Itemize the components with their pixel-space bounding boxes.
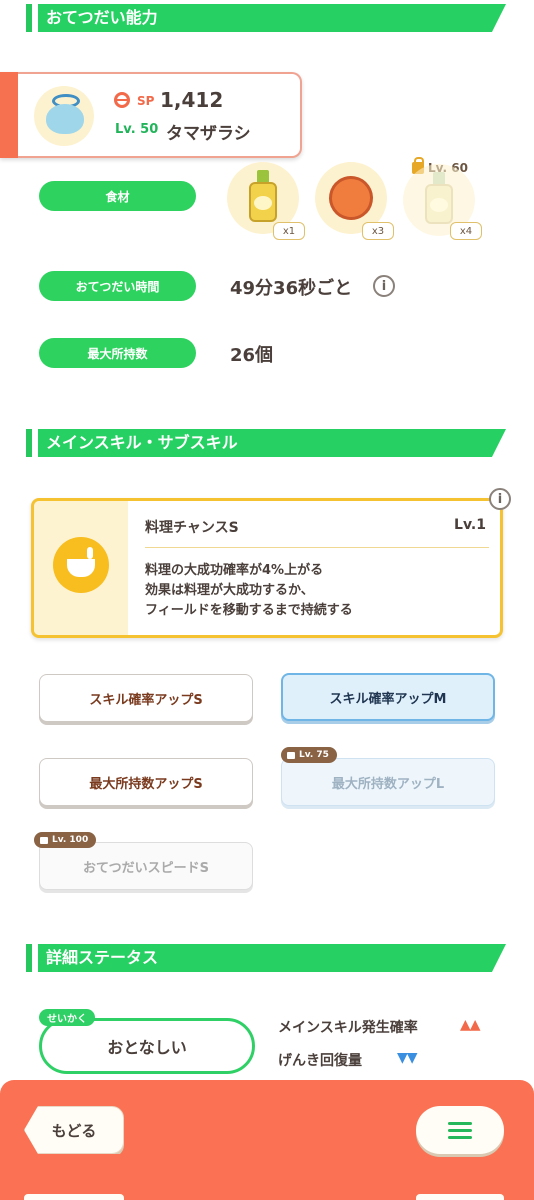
peek-element — [24, 1194, 124, 1200]
nature-down-effect: げんき回復量 — [278, 1053, 362, 1069]
info-icon[interactable]: i — [373, 275, 395, 297]
section-title: おてつだい能力 — [38, 4, 506, 32]
pokemon-name: タマザラシ — [166, 124, 251, 144]
sp-label: SP — [137, 94, 155, 108]
ingredients-label: 食材 — [39, 181, 196, 211]
sub-skill-button-selected[interactable]: スキル確率アップM — [281, 673, 495, 721]
lock-icon — [40, 836, 48, 844]
nature-box[interactable]: おとなしい — [39, 1018, 255, 1074]
lock-level-tag: Lv. 100 — [34, 832, 97, 848]
back-button[interactable]: もどる — [24, 1106, 124, 1154]
down-arrows-icon: ▼▼ — [397, 1050, 418, 1066]
cooking-pot-icon — [53, 537, 109, 593]
main-skill-card[interactable]: 料理チャンスS Lv.1 料理の大成功確率が4%上がる 効果は料理が大成功するか… — [31, 498, 503, 638]
main-skill-level: Lv.1 — [454, 517, 486, 533]
nature-up-effect: メインスキル発生確率 — [278, 1020, 418, 1036]
pokemon-profile-card[interactable] — [0, 72, 302, 158]
ingredient-count: x4 — [450, 222, 482, 240]
section-header-skills: メインスキル・サブスキル — [26, 429, 506, 457]
sub-skill-button[interactable]: 最大所持数アップS — [39, 758, 253, 806]
help-time-value: 49分36秒ごと — [230, 278, 353, 299]
section-header-helper-ability: おてつだい能力 — [26, 4, 506, 32]
max-carry-value: 26個 — [230, 345, 274, 366]
main-skill-description: 料理の大成功確率が4%上がる 効果は料理が大成功するか、 フィールドを移動するま… — [145, 563, 353, 618]
max-carry-label: 最大所持数 — [39, 338, 196, 368]
main-skill-title: 料理チャンスS — [145, 520, 239, 536]
sub-skill-button-locked[interactable]: おてつだいスピードS — [39, 842, 253, 890]
ingredient-count: x3 — [362, 222, 394, 240]
sp-value: 1,412 — [160, 88, 224, 112]
section-title: 詳細ステータス — [38, 944, 506, 972]
pokeball-icon — [114, 92, 130, 108]
sausage-icon — [320, 167, 382, 229]
help-time-label: おてつだい時間 — [39, 271, 196, 301]
sub-skill-button-locked[interactable]: 最大所持数アップL — [281, 758, 495, 806]
peek-element — [416, 1194, 504, 1200]
pokemon-level: Lv. 50 — [115, 122, 159, 137]
section-title: メインスキル・サブスキル — [38, 429, 506, 457]
section-header-detail-status: 詳細ステータス — [26, 944, 506, 972]
nature-tag: せいかく — [39, 1009, 95, 1026]
divider — [145, 547, 489, 548]
ingredient-count: x1 — [273, 222, 305, 240]
pokemon-avatar — [34, 86, 94, 146]
sub-skill-button[interactable]: スキル確率アップS — [39, 674, 253, 722]
info-icon[interactable]: i — [489, 488, 511, 510]
lock-icon — [287, 751, 295, 759]
hamburger-menu-icon[interactable] — [416, 1106, 504, 1154]
up-arrows-icon: ▲▲ — [460, 1017, 481, 1033]
lock-level-tag: Lv. 75 — [281, 747, 337, 763]
